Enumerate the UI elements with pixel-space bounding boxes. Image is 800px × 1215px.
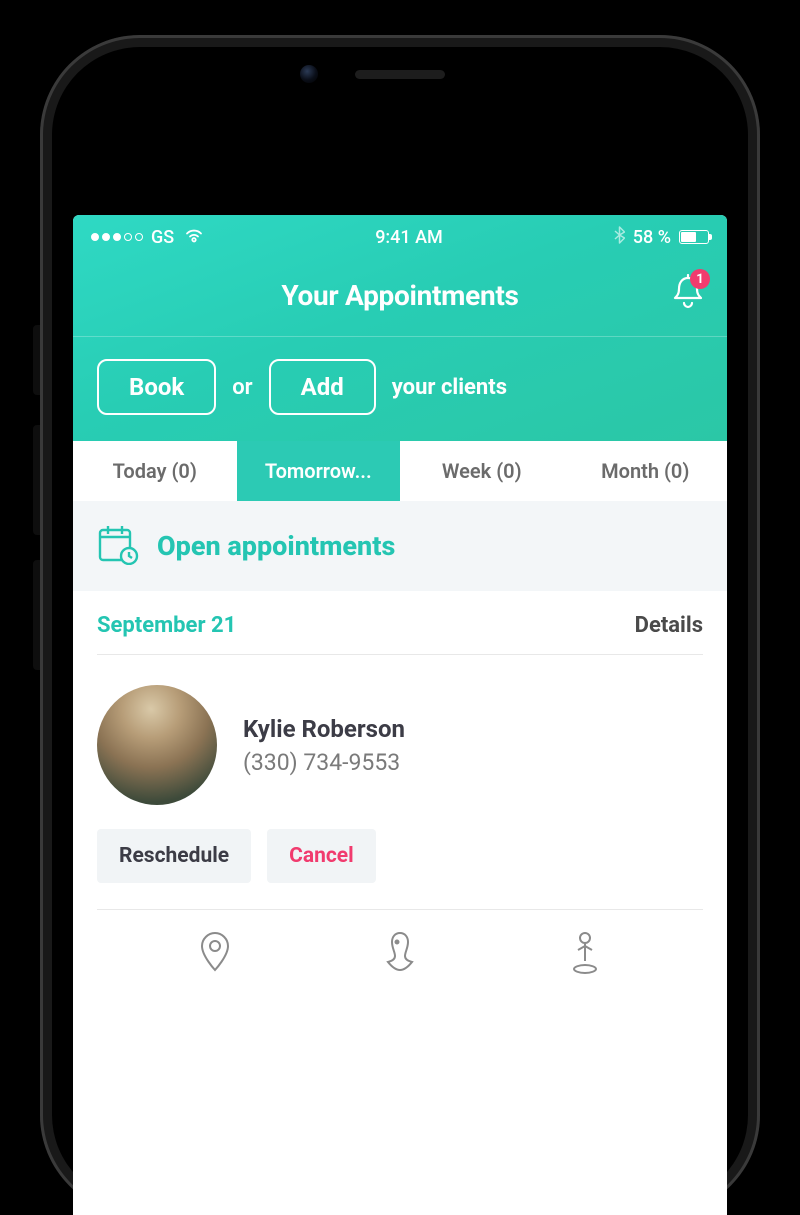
date-row: September 21 Details	[97, 591, 703, 655]
battery-icon	[679, 230, 709, 244]
nav-profile-icon[interactable]	[383, 931, 417, 977]
nav-person-icon[interactable]	[568, 930, 602, 978]
book-button[interactable]: Book	[97, 359, 216, 415]
client-name: Kylie Roberson	[243, 715, 405, 743]
notification-badge: 1	[690, 269, 710, 289]
action-row: Book or Add your clients	[73, 337, 727, 441]
bluetooth-icon	[614, 226, 625, 249]
clock: 9:41 AM	[375, 227, 443, 248]
battery-percent: 58 %	[633, 227, 671, 248]
cancel-button[interactable]: Cancel	[267, 829, 376, 883]
add-button[interactable]: Add	[269, 359, 376, 415]
phone-frame: GS 9:41 AM 58 % Your Appoin	[40, 35, 760, 1215]
status-left: GS	[91, 227, 204, 248]
nav-location-icon[interactable]	[198, 931, 232, 977]
tab-bar: Today (0) Tomorrow... Week (0) Month (0)	[73, 441, 727, 501]
action-suffix: your clients	[392, 375, 507, 400]
open-appointments-header: Open appointments	[73, 501, 727, 591]
signal-strength-icon	[91, 233, 143, 241]
avatar[interactable]	[97, 685, 217, 805]
open-appointments-title: Open appointments	[157, 530, 395, 562]
notifications-button[interactable]: 1	[671, 274, 705, 316]
front-camera	[300, 65, 318, 83]
bottom-nav	[73, 910, 727, 978]
carrier-label: GS	[151, 227, 174, 248]
screen: GS 9:41 AM 58 % Your Appoin	[73, 215, 727, 1215]
appointment-actions: Reschedule Cancel	[97, 829, 703, 910]
status-right: 58 %	[614, 226, 709, 249]
phone-notch	[355, 70, 445, 79]
tab-week[interactable]: Week (0)	[400, 441, 564, 501]
app-header: GS 9:41 AM 58 % Your Appoin	[73, 215, 727, 441]
appointment-date: September 21	[97, 613, 236, 638]
title-row: Your Appointments 1	[73, 259, 727, 336]
tab-month[interactable]: Month (0)	[564, 441, 728, 501]
client-phone: (330) 734-9553	[243, 749, 405, 776]
status-bar: GS 9:41 AM 58 %	[73, 215, 727, 259]
tab-tomorrow[interactable]: Tomorrow...	[237, 441, 401, 501]
page-title: Your Appointments	[281, 279, 518, 312]
reschedule-button[interactable]: Reschedule	[97, 829, 251, 883]
wifi-icon	[184, 227, 204, 248]
or-label: or	[232, 375, 252, 400]
appointment-card: September 21 Details Kylie Roberson (330…	[73, 591, 727, 910]
tab-today[interactable]: Today (0)	[73, 441, 237, 501]
details-link[interactable]: Details	[635, 613, 703, 638]
client-info: Kylie Roberson (330) 734-9553	[243, 715, 405, 776]
client-row: Kylie Roberson (330) 734-9553	[97, 655, 703, 829]
speaker-grill	[355, 70, 445, 79]
calendar-clock-icon	[97, 523, 139, 569]
